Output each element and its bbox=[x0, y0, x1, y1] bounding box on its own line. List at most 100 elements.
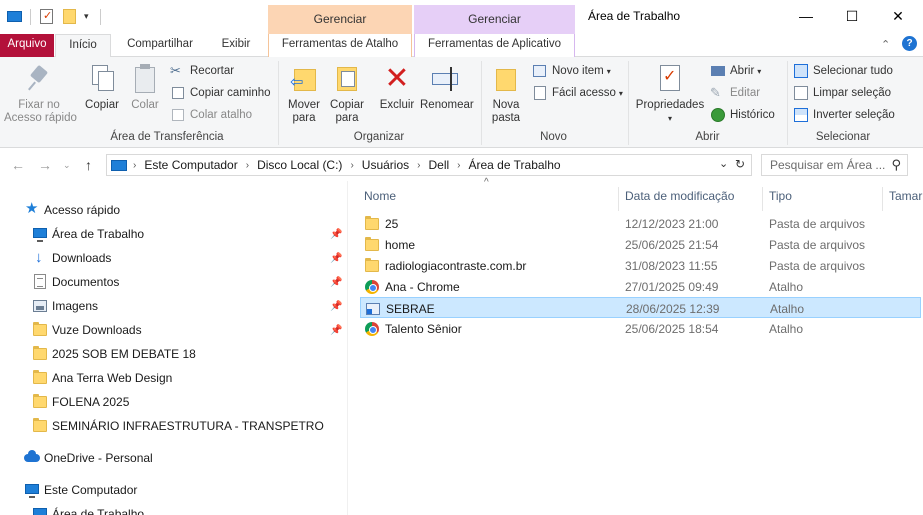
clear-selection-button[interactable]: Limpar seleção bbox=[793, 84, 891, 102]
delete-x-icon: ✕ bbox=[384, 62, 410, 95]
file-date: 25/06/2025 21:54 bbox=[625, 238, 719, 252]
folder-icon bbox=[364, 237, 380, 253]
maximize-button[interactable]: ☐ bbox=[829, 0, 875, 32]
file-type: Pasta de arquivos bbox=[769, 217, 866, 231]
star-icon: ★ bbox=[25, 200, 39, 217]
ribbon: Fixar no Acesso rápido Copiar Colar ✂ Re… bbox=[0, 57, 923, 148]
pin-quick-access-button[interactable]: Fixar no Acesso rápido bbox=[4, 63, 77, 125]
nav-item-label: Ana Terra Web Design bbox=[52, 371, 173, 385]
pin-icon[interactable]: 📌 bbox=[330, 301, 342, 313]
pin-icon[interactable]: 📌 bbox=[330, 229, 342, 241]
column-header-name[interactable]: Nome bbox=[364, 189, 396, 203]
nav-folder-folena-2025[interactable]: FOLENA 2025 bbox=[32, 391, 129, 413]
tab-arquivo[interactable]: Arquivo bbox=[0, 34, 54, 57]
breadcrumb-dell[interactable]: Dell bbox=[428, 158, 449, 172]
folder-icon bbox=[32, 322, 48, 338]
close-button[interactable]: ✕ bbox=[875, 0, 921, 32]
copy-path-icon bbox=[170, 85, 186, 101]
delete-button[interactable]: ✕ Excluir bbox=[378, 63, 416, 112]
column-header-date[interactable]: Data de modificação bbox=[625, 189, 734, 203]
easy-access-button[interactable]: Fácil acesso ▾ bbox=[532, 84, 623, 102]
shortcut-icon bbox=[365, 301, 381, 317]
nav-pinned-downloads[interactable]: ↓ Downloads bbox=[32, 247, 111, 269]
nav-pinned-area-de-trabalho[interactable]: Área de Trabalho bbox=[32, 223, 144, 245]
collapse-ribbon-icon[interactable]: ⌃ bbox=[881, 38, 890, 51]
scissors-icon: ✂ bbox=[170, 63, 181, 78]
breadcrumb-area-de-trabalho[interactable]: Área de Trabalho bbox=[469, 158, 561, 172]
breadcrumb-disco-local[interactable]: Disco Local (C:) bbox=[257, 158, 342, 172]
open-button[interactable]: Abrir ▾ bbox=[710, 62, 761, 80]
breadcrumb-usuarios[interactable]: Usuários bbox=[362, 158, 409, 172]
new-folder-quick-icon[interactable] bbox=[63, 9, 77, 25]
nav-pinned-imagens[interactable]: Imagens bbox=[32, 295, 98, 317]
move-to-button[interactable]: ⇦ Mover para bbox=[284, 63, 324, 125]
nav-this-pc-area-de-trabalho[interactable]: Área de Trabalho bbox=[32, 503, 144, 515]
minimize-button[interactable]: — bbox=[783, 0, 829, 32]
copy-label: Copiar bbox=[85, 99, 119, 111]
window-icon[interactable] bbox=[7, 9, 23, 25]
nav-folder-seminario[interactable]: SEMINÁRIO INFRAESTRUTURA - TRANSPETRO bbox=[32, 415, 324, 437]
tab-ferramentas-de-aplicativo[interactable]: Ferramentas de Aplicativo bbox=[414, 34, 575, 57]
nav-item-label: SEMINÁRIO INFRAESTRUTURA - TRANSPETRO bbox=[52, 419, 324, 433]
paste-button[interactable]: Colar bbox=[126, 63, 164, 112]
nav-quick-access[interactable]: ★ Acesso rápido bbox=[24, 199, 120, 221]
column-header-size[interactable]: Tamar bbox=[889, 189, 922, 203]
table-row[interactable]: home 25/06/2025 21:54 Pasta de arquivos bbox=[360, 234, 921, 255]
column-header-type[interactable]: Tipo bbox=[769, 189, 792, 203]
pin-icon[interactable]: 📌 bbox=[330, 253, 342, 265]
table-row[interactable]: radiologiacontraste.com.br 31/08/2023 11:… bbox=[360, 255, 921, 276]
nav-this-pc[interactable]: Este Computador bbox=[24, 479, 137, 501]
help-icon[interactable]: ? bbox=[902, 36, 917, 51]
table-row[interactable]: SEBRAE 28/06/2025 12:39 Atalho bbox=[360, 297, 921, 318]
nav-onedrive[interactable]: OneDrive - Personal bbox=[24, 447, 153, 469]
tab-inicio[interactable]: Início bbox=[55, 34, 111, 58]
new-item-button[interactable]: Novo item ▾ bbox=[532, 62, 611, 80]
back-arrow-icon[interactable]: ← bbox=[11, 157, 25, 173]
file-date: 31/08/2023 11:55 bbox=[625, 259, 718, 273]
history-button[interactable]: Histórico bbox=[710, 106, 775, 124]
pin-icon[interactable]: 📌 bbox=[330, 277, 342, 289]
file-name: radiologiacontraste.com.br bbox=[385, 259, 527, 273]
nav-item-label: Este Computador bbox=[44, 483, 138, 497]
tab-exibir[interactable]: Exibir bbox=[212, 34, 260, 57]
paste-shortcut-button[interactable]: Colar atalho bbox=[170, 106, 252, 124]
recent-locations-chevron-icon[interactable]: ⌄ bbox=[63, 160, 71, 171]
nav-pinned-vuze-downloads[interactable]: Vuze Downloads bbox=[32, 319, 142, 341]
tab-compartilhar[interactable]: Compartilhar bbox=[118, 34, 202, 57]
rename-button[interactable]: Renomear bbox=[420, 63, 474, 112]
pin-icon[interactable]: 📌 bbox=[330, 325, 342, 337]
copy-to-button[interactable]: Copiar para bbox=[326, 63, 368, 125]
refresh-icon[interactable]: ↻ bbox=[735, 157, 745, 171]
table-row[interactable]: 25 12/12/2023 21:00 Pasta de arquivos bbox=[360, 213, 921, 234]
properties-quick-icon[interactable]: ✓ bbox=[40, 9, 54, 25]
address-bar[interactable]: › Este Computador › Disco Local (C:) › U… bbox=[106, 154, 752, 176]
breadcrumb-este-computador[interactable]: Este Computador bbox=[144, 158, 237, 172]
new-folder-label: Nova pasta bbox=[491, 99, 521, 124]
history-label: Histórico bbox=[730, 109, 775, 121]
nav-item-label: Downloads bbox=[52, 251, 112, 265]
paste-label: Colar bbox=[131, 99, 159, 111]
tab-ferramentas-de-atalho[interactable]: Ferramentas de Atalho bbox=[268, 34, 412, 57]
invert-selection-button[interactable]: Inverter seleção bbox=[793, 106, 895, 124]
nav-pinned-documentos[interactable]: Documentos bbox=[32, 271, 119, 293]
search-input[interactable]: Pesquisar em Área ... ⚲ bbox=[761, 154, 908, 176]
properties-button[interactable]: ✓ Propriedades ▾ bbox=[634, 63, 706, 125]
easy-access-icon bbox=[532, 85, 548, 101]
select-all-button[interactable]: Selecionar tudo bbox=[793, 62, 893, 80]
computer-icon bbox=[24, 482, 40, 498]
new-folder-button[interactable]: Nova pasta bbox=[487, 63, 525, 125]
copy-path-button[interactable]: Copiar caminho bbox=[170, 84, 271, 102]
nav-folder-2025-sob-em-debate[interactable]: 2025 SOB EM DEBATE 18 bbox=[32, 343, 196, 365]
properties-dropdown-icon: ▾ bbox=[667, 114, 672, 123]
nav-folder-ana-terra[interactable]: Ana Terra Web Design bbox=[32, 367, 172, 389]
edit-button[interactable]: ✎ Editar bbox=[710, 84, 760, 102]
address-dropdown-icon[interactable]: ⌄ bbox=[719, 157, 728, 170]
up-arrow-icon[interactable]: ↑ bbox=[85, 157, 92, 173]
copy-button[interactable]: Copiar bbox=[82, 63, 122, 112]
forward-arrow-icon[interactable]: → bbox=[38, 157, 52, 173]
cut-button[interactable]: ✂ Recortar bbox=[170, 62, 234, 80]
invert-selection-label: Inverter seleção bbox=[813, 109, 895, 121]
table-row[interactable]: Talento Sênior 25/06/2025 18:54 Atalho bbox=[360, 318, 921, 339]
customize-quick-access-icon[interactable]: ▾ bbox=[84, 11, 94, 27]
table-row[interactable]: Ana - Chrome 27/01/2025 09:49 Atalho bbox=[360, 276, 921, 297]
